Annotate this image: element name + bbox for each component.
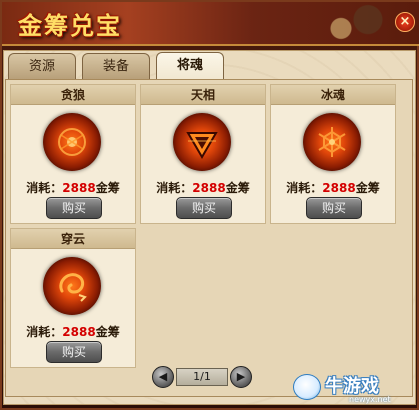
close-button[interactable]: × (395, 12, 415, 32)
cost-currency: 金筹 (355, 181, 380, 195)
next-page-button[interactable]: ▶ (230, 366, 252, 388)
arrow-right-icon: ▶ (236, 370, 246, 383)
cost-value: 2888 (62, 325, 96, 339)
window-header: 金筹兑宝 (2, 2, 419, 46)
cost-value: 2888 (322, 181, 356, 195)
item-card: 贪狼 消耗：2888金筹 购买 (10, 84, 136, 224)
item-name: 穿云 (11, 229, 135, 249)
cost-value: 2888 (62, 181, 96, 195)
window-title: 金筹兑宝 (18, 11, 122, 40)
prev-page-button[interactable]: ◀ (152, 366, 174, 388)
buy-button[interactable]: 购买 (46, 197, 102, 219)
tab-equipment[interactable]: 装备 (82, 53, 150, 79)
item-grid: 贪狼 消耗：2888金筹 购买 天相 消耗：2888金筹 购买 冰魂 消耗：28… (5, 79, 413, 397)
page-indicator: 1/1 (176, 368, 228, 386)
wolf-sigil-icon (43, 113, 101, 171)
item-name: 天相 (141, 85, 265, 105)
cost-currency: 金筹 (95, 181, 120, 195)
item-cost: 消耗：2888金筹 (11, 323, 135, 340)
item-name: 冰魂 (271, 85, 395, 105)
triangle-sigil-icon (173, 113, 231, 171)
cost-prefix: 消耗： (26, 181, 63, 195)
item-name: 贪狼 (11, 85, 135, 105)
cow-logo-icon (293, 374, 321, 400)
item-cost: 消耗：2888金筹 (141, 179, 265, 196)
buy-button[interactable]: 购买 (176, 197, 232, 219)
item-card: 冰魂 消耗：2888金筹 购买 (270, 84, 396, 224)
buy-button[interactable]: 购买 (46, 341, 102, 363)
tab-general-soul[interactable]: 将魂 (156, 52, 224, 80)
cost-currency: 金筹 (95, 325, 120, 339)
pagination: ◀ 1/1 ▶ (152, 366, 252, 388)
snowflake-sigil-icon (303, 113, 361, 171)
item-cost: 消耗：2888金筹 (271, 179, 395, 196)
site-watermark: 牛游戏 newyx.net (293, 372, 415, 406)
cost-prefix: 消耗： (26, 325, 63, 339)
cost-prefix: 消耗： (286, 181, 323, 195)
tab-resources[interactable]: 资源 (8, 53, 76, 79)
cost-currency: 金筹 (225, 181, 250, 195)
cost-value: 2888 (192, 181, 226, 195)
item-card: 天相 消耗：2888金筹 购买 (140, 84, 266, 224)
buy-button[interactable]: 购买 (306, 197, 362, 219)
cost-prefix: 消耗： (156, 181, 193, 195)
watermark-url: newyx.net (349, 395, 391, 404)
item-card: 穿云 消耗：2888金筹 购买 (10, 228, 136, 368)
item-cost: 消耗：2888金筹 (11, 179, 135, 196)
arrow-left-icon: ◀ (158, 370, 168, 383)
cloud-swirl-sigil-icon (43, 257, 101, 315)
header-decoration (305, 2, 395, 46)
